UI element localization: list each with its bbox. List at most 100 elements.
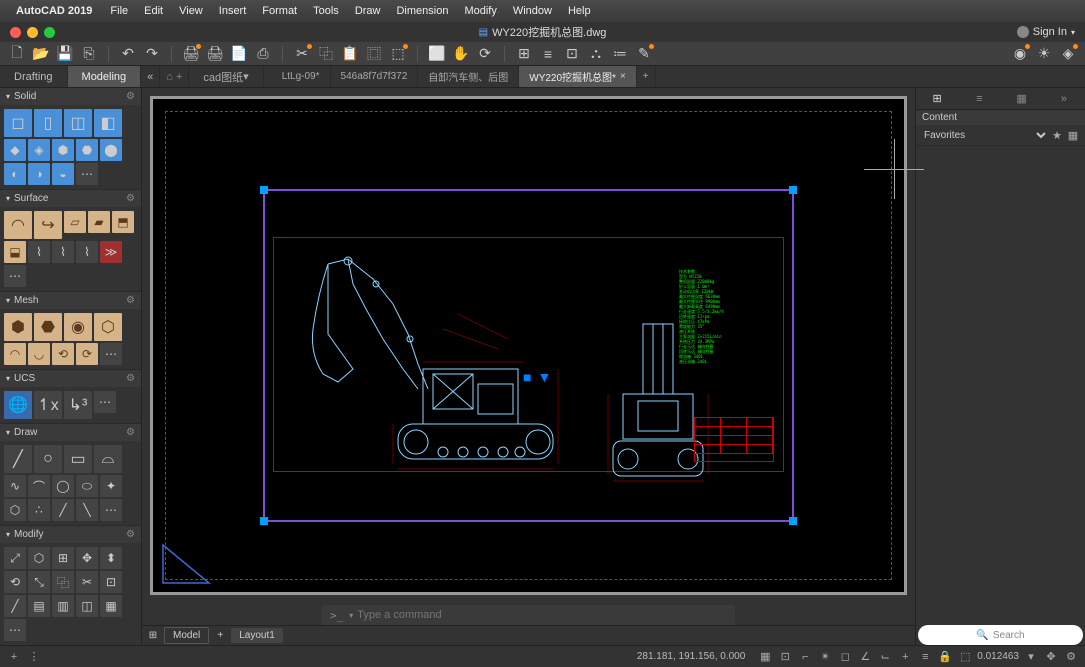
add-status-icon[interactable]: + (6, 649, 22, 665)
modify-t3[interactable]: ⊞ (52, 547, 74, 569)
draw-t4[interactable]: ⬭ (76, 475, 98, 497)
menu-file[interactable]: File (102, 5, 136, 17)
surface-tool-10[interactable]: ≫ (100, 241, 122, 263)
surface-tool-9[interactable]: ⌇ (76, 241, 98, 263)
mesh-tool-5[interactable]: ◠ (4, 343, 26, 365)
ucs-x-tool[interactable]: ↿x (34, 391, 62, 419)
surface-tool-11[interactable]: ⋯ (4, 265, 26, 287)
rect-tool[interactable]: ▭ (64, 445, 92, 473)
modify-t4[interactable]: ✥ (76, 547, 98, 569)
close-tab-icon[interactable]: × (620, 71, 626, 82)
panel-header-draw[interactable]: ▾Draw⚙ (0, 424, 141, 441)
ucs-world-tool[interactable]: 🌐 (4, 391, 32, 419)
redo-icon[interactable]: ↷ (143, 45, 161, 63)
lock-icon[interactable]: 🔒 (937, 649, 953, 665)
close-window-button[interactable] (10, 27, 21, 38)
mesh-tool-2[interactable]: ⬣ (34, 313, 62, 341)
modify-t13[interactable]: ▥ (52, 595, 74, 617)
content-icon[interactable]: ⊡ (563, 45, 581, 63)
page-setup-icon[interactable]: 📄 (230, 45, 248, 63)
dynucs-icon[interactable]: ⌙ (877, 649, 893, 665)
solid-tool-1[interactable]: ◆ (4, 139, 26, 161)
add-doc-tab[interactable]: + (637, 66, 656, 87)
open-file-icon[interactable]: 📂 (32, 45, 50, 63)
grip-glyphs[interactable]: ■▼ (523, 369, 551, 385)
command-line[interactable]: >_ ▾ (322, 605, 735, 625)
panel-header-mesh[interactable]: ▾Mesh⚙ (0, 292, 141, 309)
selection-handle[interactable] (260, 186, 268, 194)
paste-icon[interactable]: 📋 (341, 45, 359, 63)
modify-more[interactable]: ⋯ (4, 619, 26, 641)
solid-tool-8[interactable]: ◒ (52, 163, 74, 185)
surface-tool-1[interactable]: ◠ (4, 211, 32, 239)
enclose-icon[interactable]: ⬜ (428, 45, 446, 63)
modify-t1[interactable]: ⤢ (4, 547, 26, 569)
mesh-tool-9[interactable]: ⋯ (100, 343, 122, 365)
scale-dropdown-icon[interactable]: ▾ (1023, 649, 1039, 665)
solid-tool-7[interactable]: ◑ (28, 163, 50, 185)
status-menu-icon[interactable]: ⋮ (26, 649, 42, 665)
menu-tools[interactable]: Tools (305, 5, 347, 17)
panel-header-modify[interactable]: ▾Modify⚙ (0, 526, 141, 543)
menu-format[interactable]: Format (254, 5, 305, 17)
scale-icon[interactable]: ⬚ (957, 649, 973, 665)
polar-icon[interactable]: ✴ (817, 649, 833, 665)
layout-menu-icon[interactable]: ⊞ (146, 630, 160, 641)
menu-window[interactable]: Window (505, 5, 560, 17)
mesh-tool-8[interactable]: ⟳ (76, 343, 98, 365)
modify-t11[interactable]: ╱ (4, 595, 26, 617)
command-input[interactable] (357, 609, 727, 621)
tab-drafting[interactable]: Drafting (0, 66, 68, 87)
properties-icon[interactable]: ⊞ (515, 45, 533, 63)
match-props-icon[interactable]: ⿴ (365, 45, 383, 63)
undo-icon[interactable]: ↶ (119, 45, 137, 63)
surface-tool-8[interactable]: ⌇ (52, 241, 74, 263)
sweep-tool[interactable]: ◧ (94, 109, 122, 137)
modify-t12[interactable]: ▤ (28, 595, 50, 617)
layers-icon[interactable]: ≡ (539, 45, 557, 63)
solid-tool-4[interactable]: ⬣ (76, 139, 98, 161)
model-tab[interactable]: Model (164, 627, 209, 644)
mesh-tool-1[interactable]: ⬢ (4, 313, 32, 341)
line-tool[interactable]: ╱ (4, 445, 32, 473)
copy-icon[interactable]: ⿻ (317, 45, 335, 63)
modify-t10[interactable]: ⊡ (100, 571, 122, 593)
surface-tool-6[interactable]: ⬓ (4, 241, 26, 263)
modify-t2[interactable]: ⬡ (28, 547, 50, 569)
surface-tool-5[interactable]: ⬒ (112, 211, 134, 233)
draw-t9[interactable]: ╲ (76, 499, 98, 521)
draw-more[interactable]: ⋯ (100, 499, 122, 521)
right-tab-content[interactable]: ⊞ (916, 89, 958, 108)
chevron-icon[interactable]: ▾ (349, 611, 353, 620)
surface-tool-3[interactable]: ▱ (64, 211, 86, 233)
app-name[interactable]: AutoCAD 2019 (16, 5, 92, 17)
command-line-icon[interactable]: ≔ (611, 45, 629, 63)
grid-snap-icon[interactable]: ▦ (757, 649, 773, 665)
draw-t7[interactable]: ∴ (28, 499, 50, 521)
pan-icon[interactable]: ✋ (452, 45, 470, 63)
ortho-icon[interactable]: ⌐ (797, 649, 813, 665)
modify-t6[interactable]: ⟲ (4, 571, 26, 593)
doc-tab-1[interactable]: 546a8f7d7f372 (331, 66, 419, 87)
tab-collapse[interactable]: « (141, 66, 160, 87)
dyninput-icon[interactable]: + (897, 649, 913, 665)
solid-tool-5[interactable]: ⬤ (100, 139, 122, 161)
surface-tool-7[interactable]: ⌇ (28, 241, 50, 263)
draw-t3[interactable]: ◯ (52, 475, 74, 497)
right-tab-collapse[interactable]: » (1043, 90, 1085, 108)
menu-view[interactable]: View (171, 5, 211, 17)
osnap-icon[interactable]: ◻ (837, 649, 853, 665)
modify-t15[interactable]: ▦ (100, 595, 122, 617)
gear-icon[interactable]: ⚙ (126, 427, 135, 438)
gear-icon[interactable]: ⚙ (126, 529, 135, 540)
menu-edit[interactable]: Edit (136, 5, 171, 17)
surface-tool-4[interactable]: ▰ (88, 211, 110, 233)
file-dropdown[interactable]: cad图纸 ▾ (189, 66, 263, 87)
polyline-tool[interactable]: ⌓ (94, 445, 122, 473)
menu-modify[interactable]: Modify (456, 5, 504, 17)
selection-handle[interactable] (789, 517, 797, 525)
otrack-icon[interactable]: ∠ (857, 649, 873, 665)
mesh-tool-4[interactable]: ⬡ (94, 313, 122, 341)
materials-icon[interactable]: ◉ (1011, 45, 1029, 63)
modify-t14[interactable]: ◫ (76, 595, 98, 617)
